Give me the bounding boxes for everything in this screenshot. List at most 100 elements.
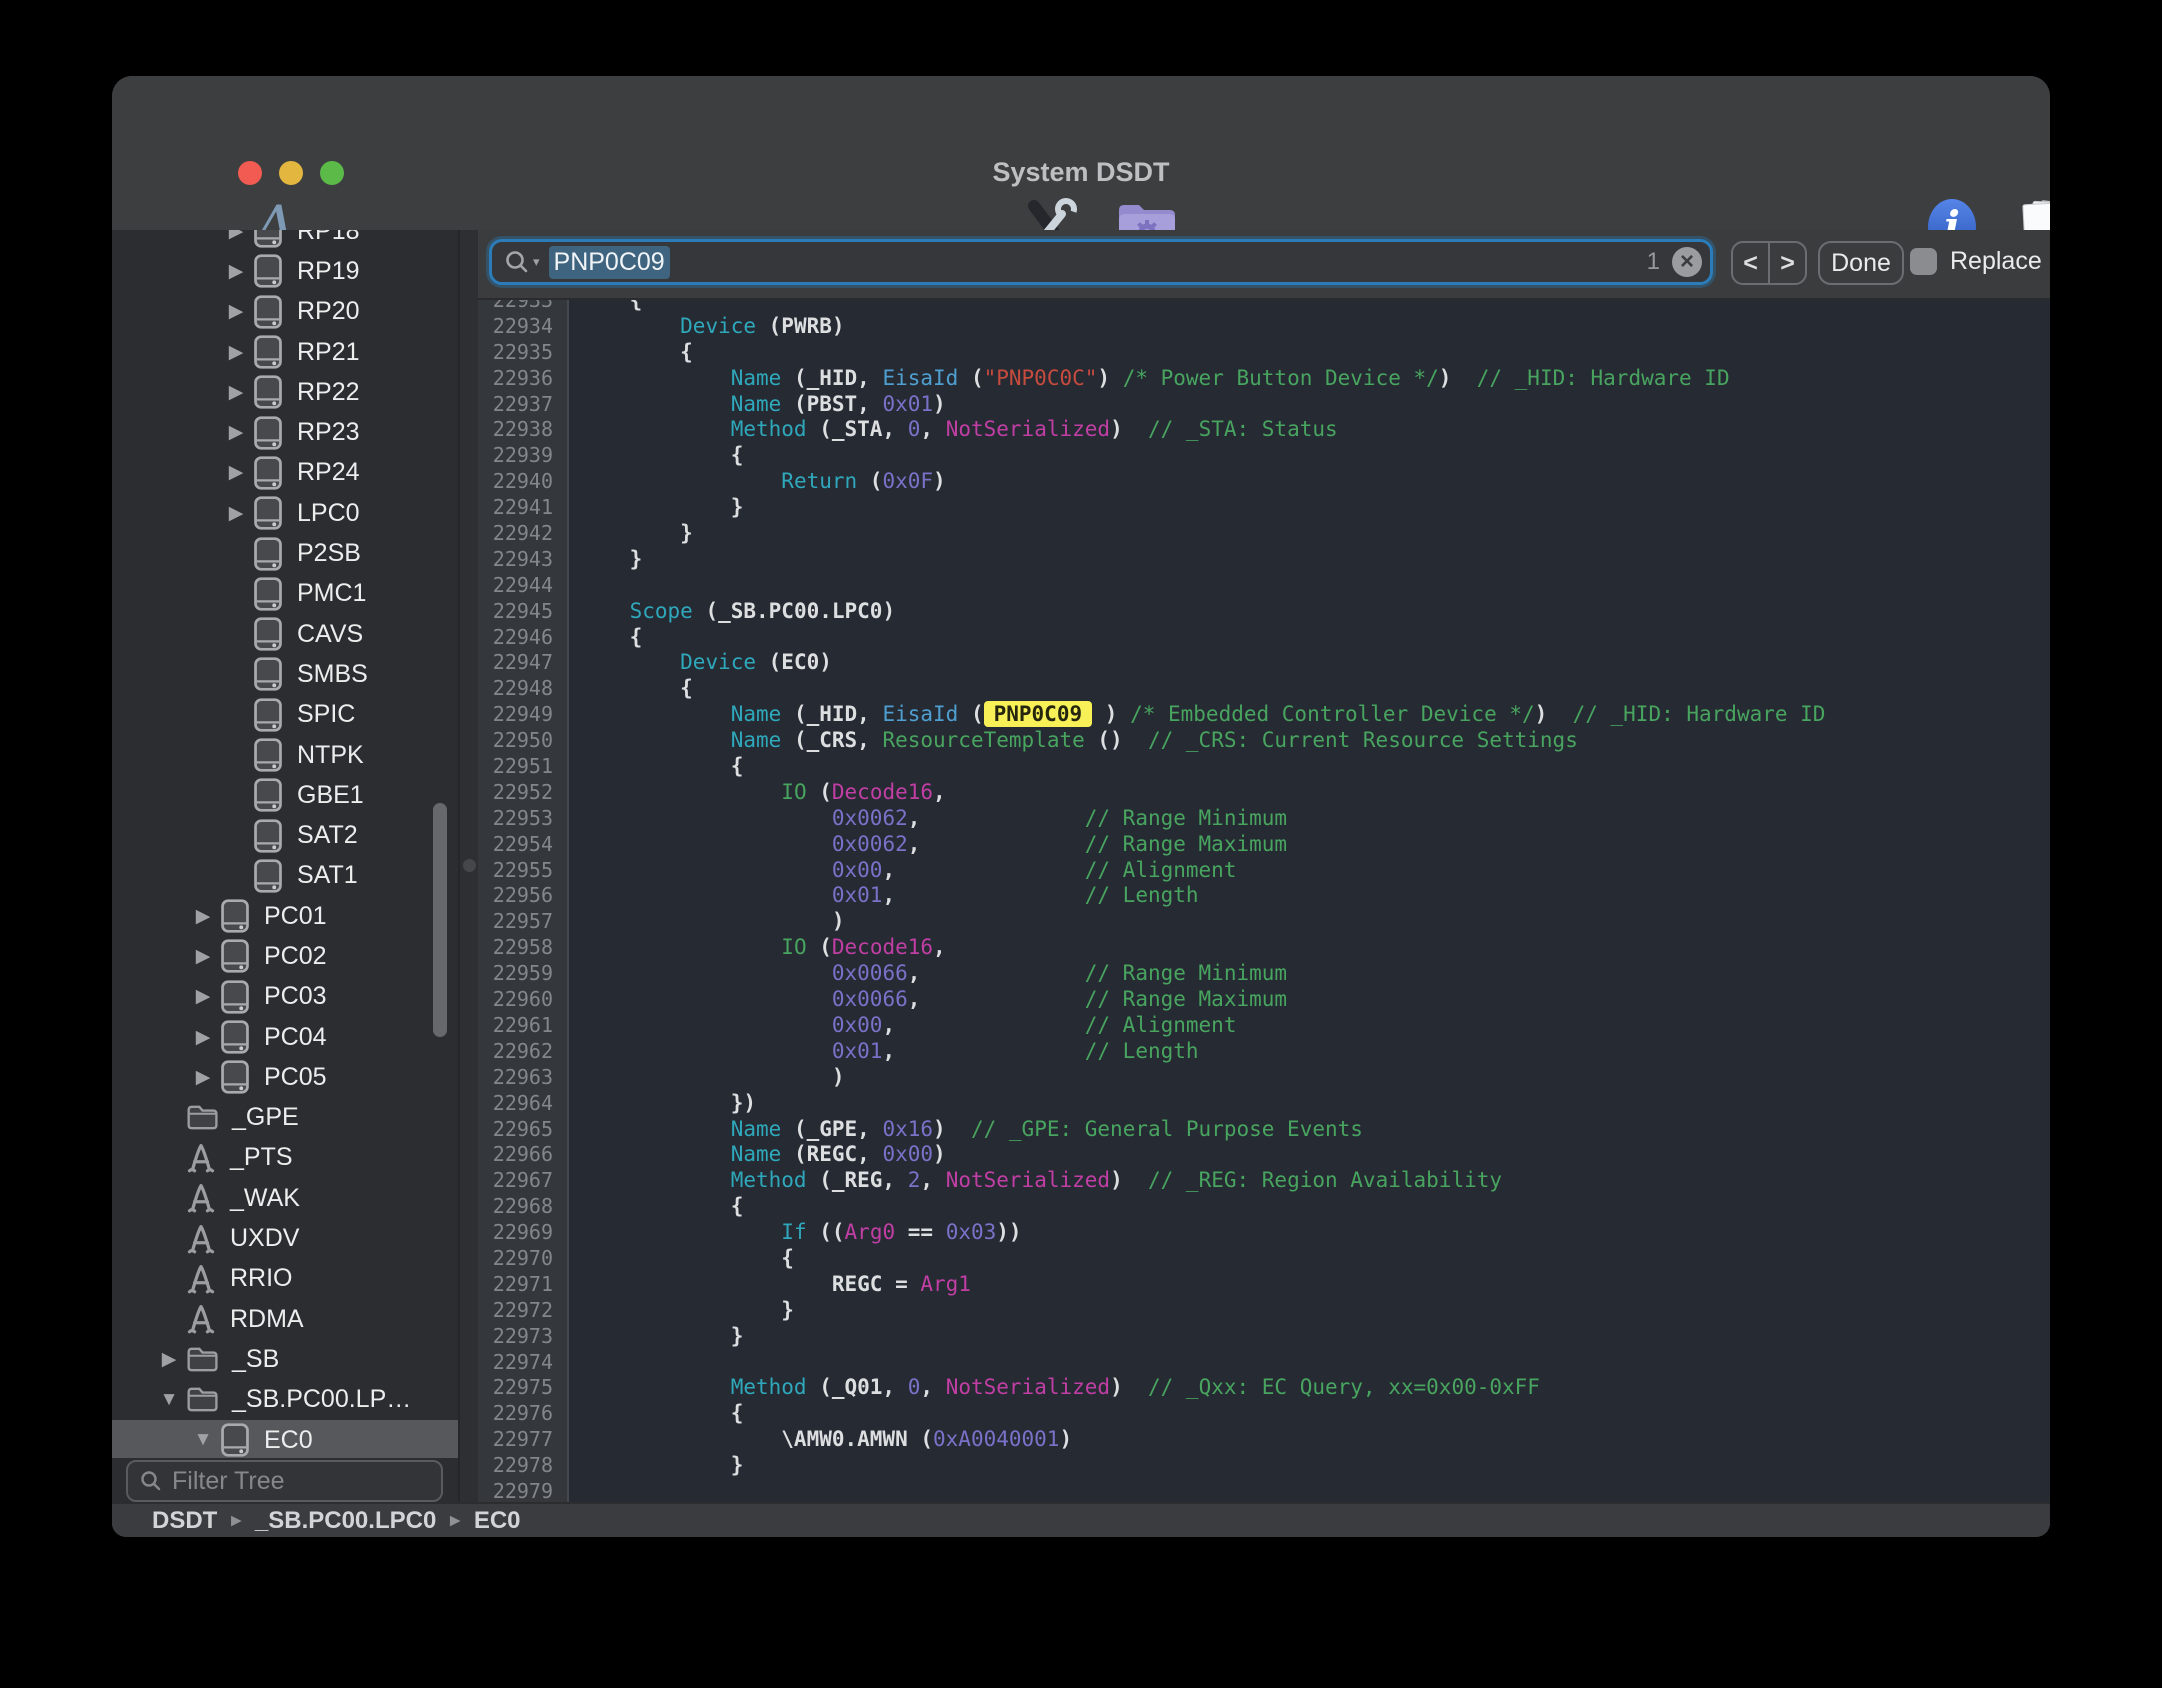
disclosure-triangle-icon[interactable]: ▶ bbox=[221, 260, 251, 283]
disclosure-triangle-icon[interactable]: ▶ bbox=[154, 1348, 184, 1371]
breadcrumb-segment[interactable]: _SB.PC00.LPC0 bbox=[255, 1507, 436, 1535]
sidebar-item-rp24[interactable]: ▶RP24 bbox=[112, 453, 458, 493]
code-text: Method (_REG, 2, NotSerialized) // _REG:… bbox=[569, 1168, 1502, 1194]
code-line: 22954 0x0062, // Range Maximum bbox=[478, 832, 2050, 858]
sidebar-item-pc05[interactable]: ▶PC05 bbox=[112, 1057, 458, 1097]
sidebar-scrollbar[interactable] bbox=[433, 803, 447, 1037]
clear-search-icon[interactable]: × bbox=[1672, 247, 1702, 277]
disclosure-triangle-icon[interactable]: ▶ bbox=[188, 945, 218, 968]
chevron-down-icon[interactable]: ▾ bbox=[533, 254, 540, 270]
sidebar-item-cavs[interactable]: CAVS bbox=[112, 614, 458, 654]
sidebar-item-rp23[interactable]: ▶ RP23 bbox=[112, 412, 458, 452]
line-number: 22954 bbox=[478, 832, 569, 858]
sidebar-item-label: RP23 bbox=[297, 418, 360, 447]
sidebar-item-label: PC02 bbox=[264, 942, 327, 971]
code-text: Method (_Q01, 0, NotSerialized) // _Qxx:… bbox=[569, 1375, 1540, 1401]
sidebar-item-ec0[interactable]: ▼EC0 bbox=[112, 1420, 458, 1460]
code-line: 22944 bbox=[478, 573, 2050, 599]
line-number: 22950 bbox=[478, 728, 569, 754]
code-line: 22948 { bbox=[478, 676, 2050, 702]
sidebar-item-spic[interactable]: SPIC bbox=[112, 695, 458, 735]
code-line: 22978 } bbox=[478, 1453, 2050, 1479]
sidebar-item-pmc1[interactable]: PMC1 bbox=[112, 574, 458, 614]
find-input[interactable]: ▾ PNP0C09 1 × bbox=[489, 239, 1713, 285]
line-number: 22944 bbox=[478, 573, 569, 599]
line-number: 22936 bbox=[478, 366, 569, 392]
line-number: 22975 bbox=[478, 1375, 569, 1401]
code-line: 22975 Method (_Q01, 0, NotSerialized) //… bbox=[478, 1375, 2050, 1401]
disclosure-triangle-icon[interactable]: ▼ bbox=[188, 1429, 218, 1451]
sidebar-item-rdma[interactable]: RDMA bbox=[112, 1299, 458, 1339]
disclosure-triangle-icon[interactable]: ▶ bbox=[221, 341, 251, 364]
sidebar-item-lpc0[interactable]: ▶LPC0 bbox=[112, 493, 458, 533]
sidebar-item-label: PC01 bbox=[264, 902, 327, 931]
breadcrumb-segment[interactable]: DSDT bbox=[152, 1507, 217, 1535]
sidebar-item-pc02[interactable]: ▶ PC02 bbox=[112, 936, 458, 976]
line-number: 22965 bbox=[478, 1117, 569, 1143]
sidebar-item-sat1[interactable]: SAT1 bbox=[112, 856, 458, 896]
sidebar-item-label: RP18 bbox=[297, 230, 360, 246]
sidebar-item-ntpk[interactable]: NTPK bbox=[112, 735, 458, 775]
line-number: 22964 bbox=[478, 1091, 569, 1117]
sidebar-item-_sb[interactable]: ▶_SB bbox=[112, 1339, 458, 1379]
sidebar-item-pc03[interactable]: ▶PC03 bbox=[112, 977, 458, 1017]
sidebar-item-pc04[interactable]: ▶PC04 bbox=[112, 1017, 458, 1057]
breadcrumb-segment[interactable]: EC0 bbox=[474, 1507, 521, 1535]
sidebar-item-rp20[interactable]: ▶RP20 bbox=[112, 292, 458, 332]
sidebar-item-gbe1[interactable]: GBE1 bbox=[112, 775, 458, 815]
disclosure-triangle-icon[interactable]: ▶ bbox=[188, 1026, 218, 1049]
replace-checkbox[interactable] bbox=[1910, 248, 1937, 275]
sidebar-item-_wak[interactable]: _WAK bbox=[112, 1178, 458, 1218]
filter-tree-input[interactable]: Filter Tree bbox=[126, 1460, 443, 1502]
disclosure-triangle-icon[interactable]: ▶ bbox=[188, 905, 218, 928]
disclosure-triangle-icon[interactable]: ▶ bbox=[188, 1066, 218, 1089]
code-line: 22979 bbox=[478, 1479, 2050, 1504]
sidebar-item-rp19[interactable]: ▶RP19 bbox=[112, 251, 458, 291]
done-button[interactable]: Done bbox=[1818, 241, 1904, 285]
sidebar-item-pc01[interactable]: ▶ PC01 bbox=[112, 896, 458, 936]
sidebar-item-label: SPIC bbox=[297, 700, 355, 729]
sidebar-item-sat2[interactable]: SAT2 bbox=[112, 815, 458, 855]
disclosure-triangle-icon[interactable]: ▶ bbox=[221, 421, 251, 444]
device-icon bbox=[253, 657, 283, 691]
sidebar-item-smbs[interactable]: SMBS bbox=[112, 654, 458, 694]
disclosure-triangle-icon[interactable]: ▶ bbox=[221, 461, 251, 484]
sidebar-item-rrio[interactable]: RRIO bbox=[112, 1259, 458, 1299]
sidebar-item-rp22[interactable]: ▶RP22 bbox=[112, 372, 458, 412]
line-number: 22935 bbox=[478, 340, 569, 366]
code-text: } bbox=[569, 495, 743, 521]
sidebar-item-_gpe[interactable]: _GPE bbox=[112, 1098, 458, 1138]
disclosure-triangle-icon[interactable]: ▶ bbox=[188, 985, 218, 1008]
breadcrumb-separator-icon: ▸ bbox=[231, 1509, 241, 1532]
sidebar-item-p2sb[interactable]: P2SB bbox=[112, 533, 458, 573]
code-line: 22968 { bbox=[478, 1194, 2050, 1220]
disclosure-triangle-icon[interactable]: ▼ bbox=[154, 1389, 184, 1411]
device-tree[interactable]: ▶RP18▶RP19▶RP20▶RP21▶RP22▶RP23▶RP24▶LPC0… bbox=[112, 230, 458, 1460]
device-icon bbox=[220, 1423, 250, 1457]
disclosure-triangle-icon[interactable]: ▶ bbox=[221, 381, 251, 404]
code-line: 22963 ) bbox=[478, 1065, 2050, 1091]
line-number: 22961 bbox=[478, 1013, 569, 1039]
next-match-button[interactable]: > bbox=[1768, 243, 1805, 283]
code-line: 22946 { bbox=[478, 625, 2050, 651]
navigator-sidebar: ▶RP18▶RP19▶RP20▶RP21▶RP22▶RP23▶RP24▶LPC0… bbox=[112, 230, 458, 1504]
sidebar-item-label: UXDV bbox=[230, 1224, 299, 1253]
disclosure-triangle-icon[interactable]: ▶ bbox=[221, 502, 251, 525]
device-icon bbox=[253, 375, 283, 409]
disclosure-triangle-icon[interactable]: ▶ bbox=[221, 230, 251, 243]
code-text: } bbox=[569, 1298, 794, 1324]
content-area: ▶RP18▶RP19▶RP20▶RP21▶RP22▶RP23▶RP24▶LPC0… bbox=[112, 230, 2050, 1504]
disclosure-triangle-icon[interactable]: ▶ bbox=[221, 300, 251, 323]
previous-match-button[interactable]: < bbox=[1733, 243, 1768, 283]
sidebar-item-rp21[interactable]: ▶RP21 bbox=[112, 332, 458, 372]
sidebar-item-rp18[interactable]: ▶ RP18 bbox=[112, 230, 458, 251]
code-text: Name (_HID, EisaId ("PNP0C0C") /* Power … bbox=[569, 366, 1730, 392]
sidebar-item-_sbpc00lp[interactable]: ▼_SB.PC00.LP… bbox=[112, 1380, 458, 1420]
line-number: 22953 bbox=[478, 806, 569, 832]
sidebar-item-uxdv[interactable]: UXDV bbox=[112, 1218, 458, 1258]
code-text: 0x0066, // Range Maximum bbox=[569, 987, 1287, 1013]
code-editor[interactable]: 22933 {22934 Device (PWRB)22935 {22936 N… bbox=[478, 288, 2050, 1504]
code-line: 22936 Name (_HID, EisaId ("PNP0C0C") /* … bbox=[478, 366, 2050, 392]
split-divider[interactable] bbox=[458, 230, 480, 1504]
sidebar-item-_pts[interactable]: _PTS bbox=[112, 1138, 458, 1178]
